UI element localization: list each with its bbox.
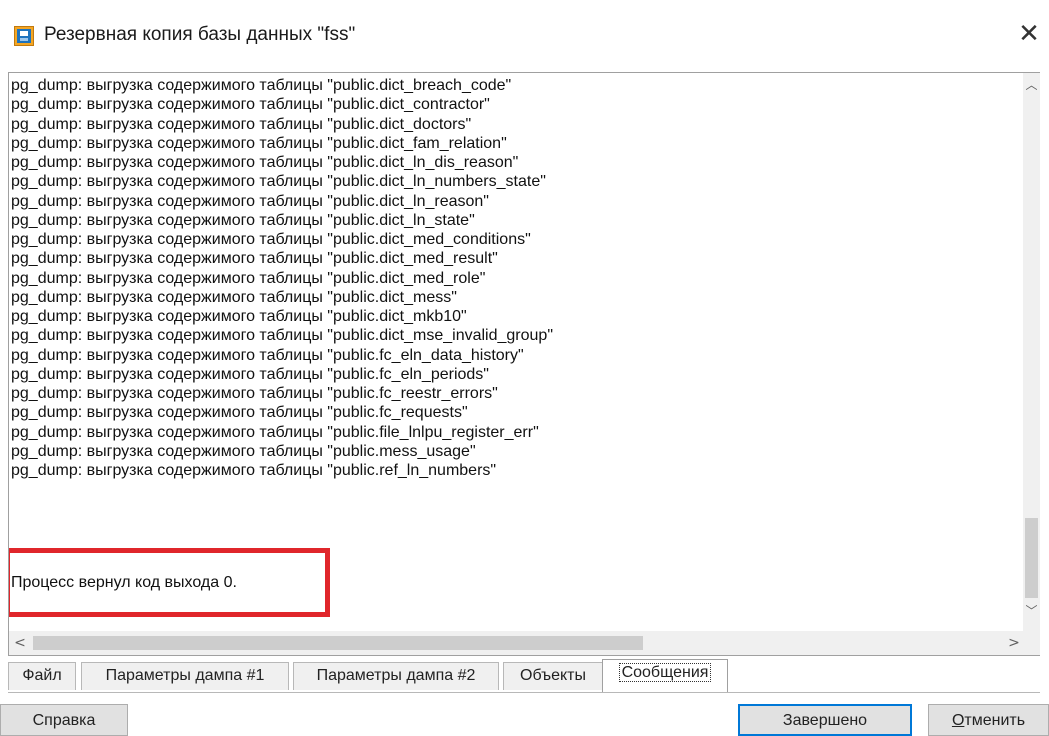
log-line: pg_dump: выгрузка содержимого таблицы "p…	[11, 134, 507, 152]
log-line: pg_dump: выгрузка содержимого таблицы "p…	[11, 404, 468, 422]
horizontal-scrollbar[interactable]: < >	[9, 631, 1040, 655]
scroll-down-icon[interactable]: ﹀	[1023, 603, 1040, 620]
cancel-accelerator: О	[951, 712, 965, 729]
log-line: pg_dump: выгрузка содержимого таблицы "p…	[11, 173, 546, 191]
scroll-right-icon[interactable]: >	[1003, 631, 1025, 655]
log-line: pg_dump: выгрузка содержимого таблицы "p…	[11, 346, 524, 364]
log-line: pg_dump: выгрузка содержимого таблицы "p…	[11, 269, 486, 287]
log-line: pg_dump: выгрузка содержимого таблицы "p…	[11, 250, 498, 268]
tab-messages[interactable]: Сообщения	[602, 659, 728, 692]
horizontal-scroll-thumb[interactable]	[33, 636, 643, 650]
log-line: pg_dump: выгрузка содержимого таблицы "p…	[11, 231, 531, 248]
database-backup-icon	[14, 26, 34, 46]
tab-dump-params-2[interactable]: Параметры дампа #2	[293, 662, 499, 690]
tab-dump-params-1[interactable]: Параметры дампа #1	[81, 662, 289, 690]
tab-messages-label: Сообщения	[618, 663, 712, 682]
window-title: Резервная копия базы данных "fss"	[44, 24, 356, 45]
log-line: pg_dump: выгрузка содержимого таблицы "p…	[11, 288, 457, 306]
log-line: pg_dump: выгрузка содержимого таблицы "p…	[11, 96, 490, 114]
scroll-left-icon[interactable]: <	[9, 631, 31, 655]
tab-file[interactable]: Файл	[8, 662, 76, 690]
log-line: pg_dump: выгрузка содержимого таблицы "p…	[11, 385, 498, 402]
help-button[interactable]: Справка	[0, 704, 128, 736]
cancel-button[interactable]: Отменить	[928, 704, 1049, 736]
log-line: pg_dump: выгрузка содержимого таблицы "p…	[11, 77, 512, 94]
log-line: pg_dump: выгрузка содержимого таблицы "p…	[11, 365, 489, 383]
log-line: pg_dump: выгрузка содержимого таблицы "p…	[11, 327, 554, 345]
log-line: pg_dump: выгрузка содержимого таблицы "p…	[11, 462, 497, 479]
log-line: pg_dump: выгрузка содержимого таблицы "p…	[11, 154, 519, 171]
scroll-up-icon[interactable]: ︿	[1023, 77, 1040, 94]
close-button[interactable]: ✕	[1012, 16, 1046, 52]
log-line: pg_dump: выгрузка содержимого таблицы "p…	[11, 423, 539, 441]
tab-objects[interactable]: Объекты	[503, 662, 603, 690]
log-line: pg_dump: выгрузка содержимого таблицы "p…	[11, 308, 467, 325]
messages-log-panel[interactable]: pg_dump: выгрузка содержимого таблицы "p…	[8, 72, 1040, 656]
vertical-scroll-thumb[interactable]	[1025, 518, 1038, 598]
vertical-scrollbar[interactable]: ︿ ﹀	[1023, 73, 1040, 631]
log-line: pg_dump: выгрузка содержимого таблицы "p…	[11, 211, 475, 229]
done-button[interactable]: Завершено	[738, 704, 912, 736]
title-bar: Резервная копия базы данных "fss" ✕	[0, 0, 1049, 70]
tab-bar: Файл Параметры дампа #1 Параметры дампа …	[8, 659, 1040, 694]
log-lines: pg_dump: выгрузка содержимого таблицы "p…	[11, 76, 553, 480]
log-line: pg_dump: выгрузка содержимого таблицы "p…	[11, 115, 472, 133]
red-highlight-box	[9, 548, 330, 617]
log-line: pg_dump: выгрузка содержимого таблицы "p…	[11, 442, 476, 460]
cancel-label: тменить	[964, 712, 1026, 729]
messages-log-area[interactable]: pg_dump: выгрузка содержимого таблицы "p…	[9, 73, 1023, 631]
log-line: pg_dump: выгрузка содержимого таблицы "p…	[11, 192, 489, 210]
